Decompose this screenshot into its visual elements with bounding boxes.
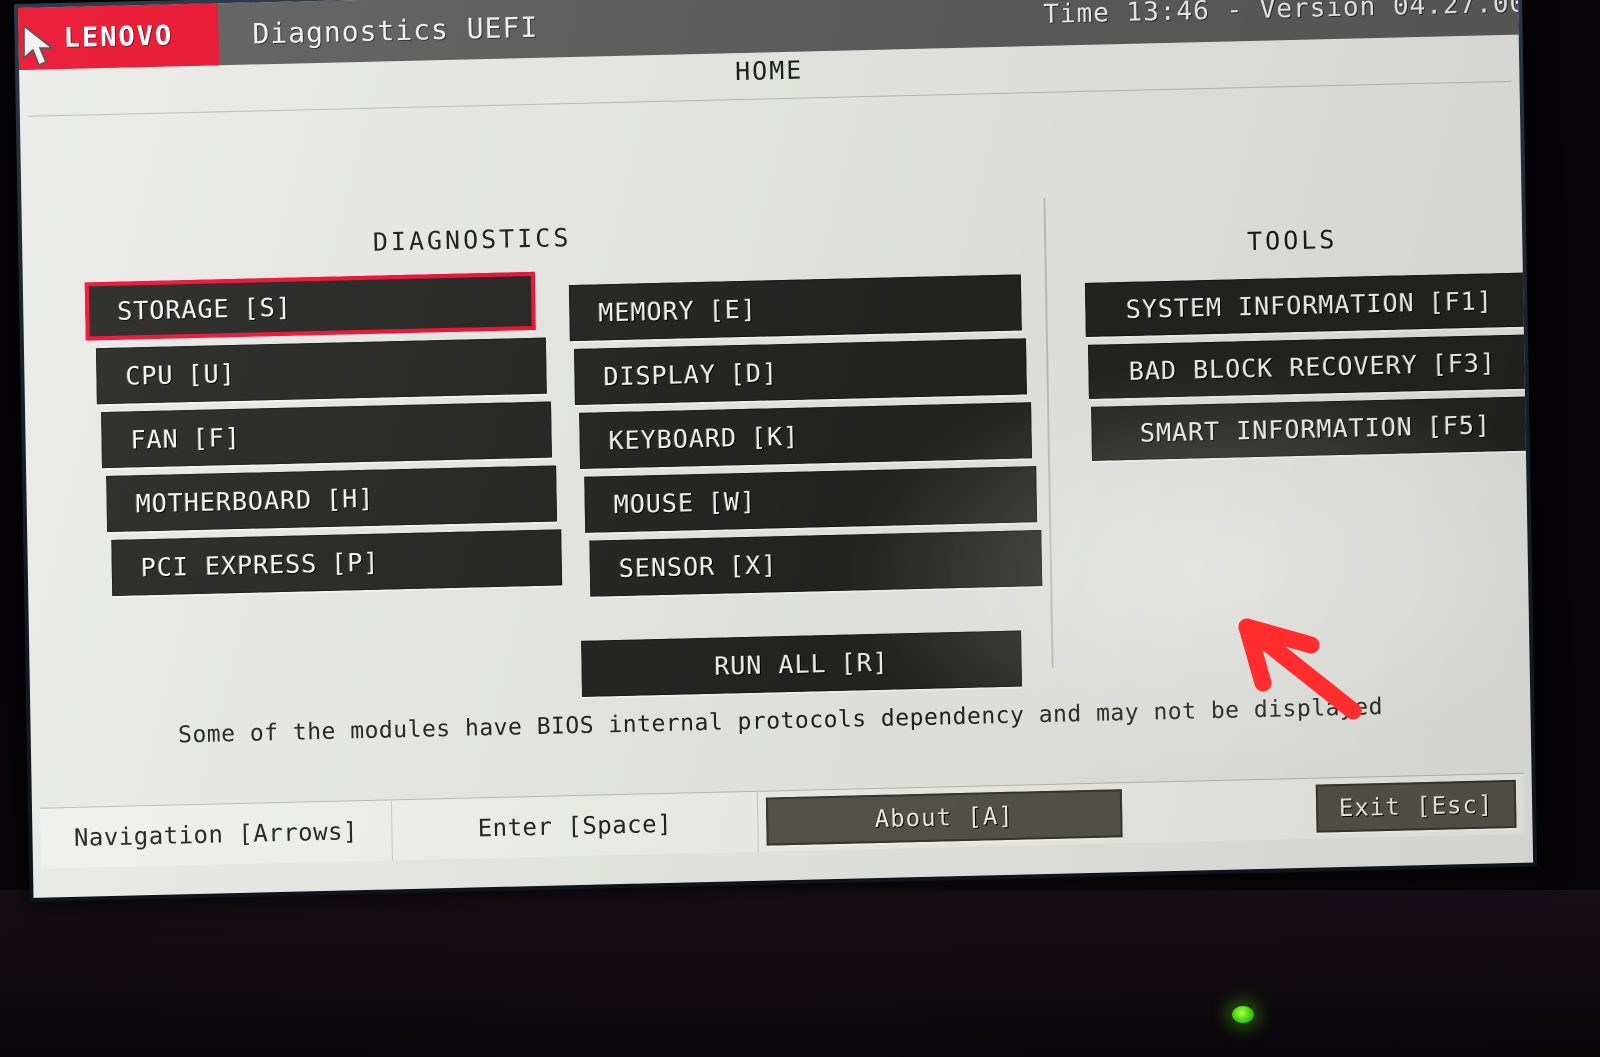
mouse-cursor-icon: [23, 24, 55, 67]
button-label: KEYBOARD: [608, 422, 738, 455]
button-label: FAN: [130, 423, 179, 454]
monitor-bezel: [0, 890, 1600, 1057]
button-shortcut: [H]: [325, 483, 375, 514]
button-shortcut: [F3]: [1431, 347, 1497, 379]
button-shortcut: [F]: [192, 422, 242, 453]
diag-button-memory[interactable]: MEMORY [E]: [568, 274, 1022, 342]
diag-button-storage[interactable]: STORAGE [S]: [84, 271, 536, 341]
button-label: MEMORY: [598, 295, 695, 327]
button-label: MOUSE: [613, 487, 695, 519]
diag-button-sensor[interactable]: SENSOR [X]: [589, 530, 1043, 597]
button-shortcut: [U]: [187, 358, 236, 389]
run-all-button[interactable]: RUN ALL [R]: [581, 630, 1022, 697]
footer-navigation-hint: Navigation [Arrows]: [39, 800, 393, 869]
exit-button[interactable]: Exit [Esc]: [1315, 779, 1517, 833]
button-shortcut: [E]: [708, 294, 758, 325]
button-label: PCI EXPRESS: [140, 548, 318, 582]
time-version-status: Time 13:46 - Version 04.27.00: [1043, 0, 1527, 30]
power-led-indicator: [1232, 1006, 1254, 1023]
tools-heading: TOOLS: [1246, 224, 1338, 257]
diag-button-display[interactable]: DISPLAY [D]: [574, 338, 1027, 405]
monitor-screen: LENOVO Diagnostics UEFI Time 13:46 - Ver…: [13, 0, 1538, 902]
button-shortcut: [W]: [707, 486, 757, 517]
diagnostics-heading: DIAGNOSTICS: [372, 223, 572, 257]
button-shortcut: [X]: [728, 549, 778, 580]
button-shortcut: [K]: [750, 421, 800, 452]
button-label: MOTHERBOARD: [135, 484, 313, 518]
diag-button-pci-express[interactable]: PCI EXPRESS [P]: [111, 529, 563, 596]
button-label: CPU: [125, 359, 174, 391]
button-shortcut: [S]: [243, 292, 293, 323]
button-label: STORAGE: [117, 293, 230, 326]
button-label: BAD BLOCK RECOVERY: [1128, 349, 1419, 386]
app-title: Diagnostics UEFI: [252, 10, 539, 50]
diag-button-keyboard[interactable]: KEYBOARD [K]: [579, 402, 1032, 469]
button-label: DISPLAY: [603, 359, 717, 391]
button-label: SYSTEM INFORMATION: [1125, 287, 1415, 324]
button-shortcut: [P]: [331, 547, 380, 578]
button-label: SMART INFORMATION: [1139, 411, 1414, 448]
footer-enter-hint: Enter [Space]: [391, 791, 759, 861]
section-divider: [1043, 197, 1054, 668]
diag-button-mouse[interactable]: MOUSE [W]: [584, 466, 1038, 533]
about-button[interactable]: About [A]: [765, 789, 1123, 846]
tools-button-bad-block-recovery[interactable]: BAD BLOCK RECOVERY [F3]: [1088, 334, 1534, 399]
diag-button-motherboard[interactable]: MOTHERBOARD [H]: [106, 465, 558, 533]
tools-button-system-information[interactable]: SYSTEM INFORMATION [F1]: [1084, 272, 1534, 337]
tools-button-smart-information[interactable]: SMART INFORMATION [F5]: [1091, 396, 1534, 461]
button-shortcut: [R]: [840, 647, 890, 678]
annotation-arrow-icon: [1238, 618, 1362, 720]
diag-button-fan[interactable]: FAN [F]: [101, 401, 552, 469]
button-label: SENSOR: [618, 551, 716, 583]
button-shortcut: [F5]: [1426, 409, 1492, 441]
footer-bar: Navigation [Arrows] Enter [Space] About …: [39, 772, 1525, 869]
uefi-application: LENOVO Diagnostics UEFI Time 13:46 - Ver…: [18, 0, 1534, 898]
button-shortcut: [D]: [729, 357, 779, 388]
diag-button-cpu[interactable]: CPU [U]: [95, 337, 547, 405]
button-label: RUN ALL: [714, 648, 827, 681]
button-shortcut: [F1]: [1428, 285, 1494, 317]
